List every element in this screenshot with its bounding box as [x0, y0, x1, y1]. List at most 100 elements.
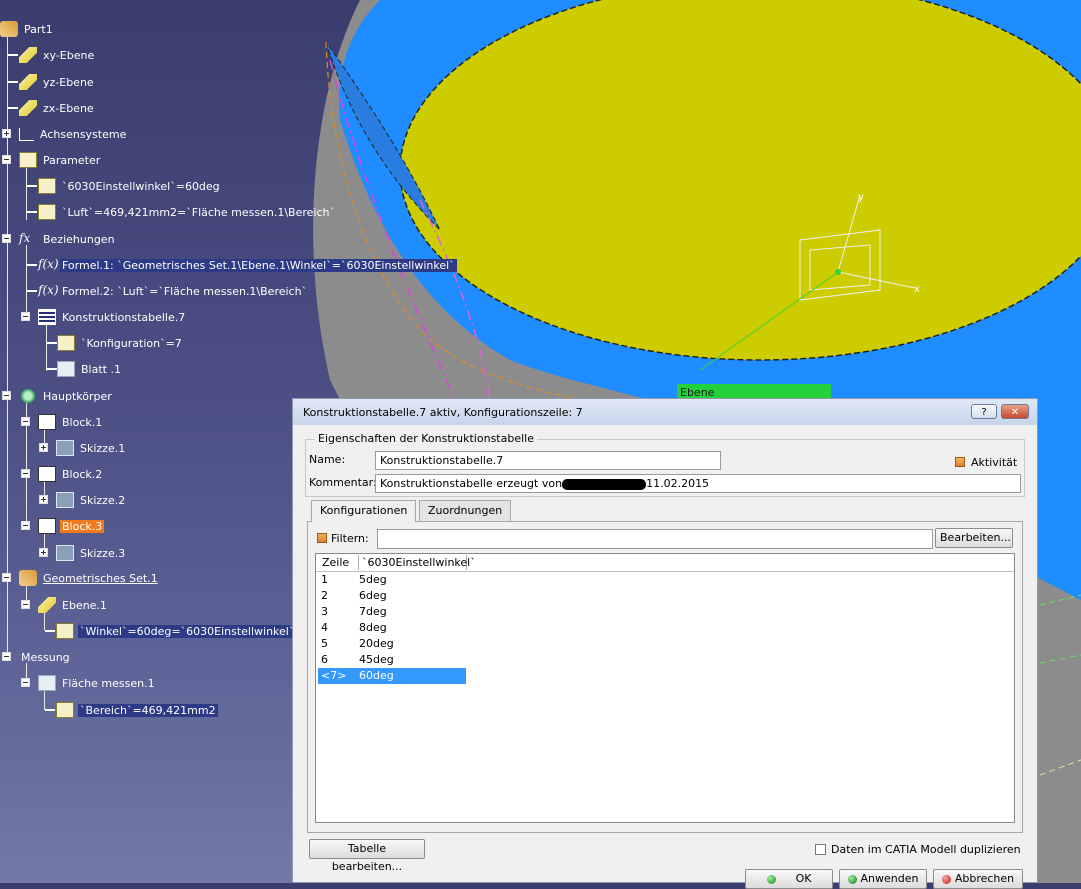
properties-group-label: Eigenschaften der Konstruktionstabelle — [315, 432, 537, 445]
tree-node-param-einstellwinkel[interactable]: `6030Einstellwinkel`=60deg — [38, 177, 222, 195]
help-button[interactable]: ? — [971, 404, 997, 419]
row-value: 6deg — [359, 589, 387, 602]
tree-node-label: `Konfiguration`=7 — [81, 336, 182, 350]
tree-node-relations[interactable]: fx Beziehungen — [19, 230, 117, 248]
sketch-icon — [56, 545, 74, 561]
ok-icon — [766, 874, 776, 884]
tree-node-label: Block.1 — [62, 415, 103, 429]
row-value: 8deg — [359, 621, 387, 634]
tree-node-zx-plane[interactable]: zx-Ebene — [19, 99, 96, 117]
table-row[interactable]: 2 6deg — [318, 588, 466, 604]
table-row[interactable]: 4 8deg — [318, 620, 466, 636]
table-row[interactable]: 1 5deg — [318, 572, 466, 588]
plane-icon — [19, 100, 37, 116]
table-row-selected[interactable]: <7> 60deg — [318, 668, 466, 684]
tree-node-label: Beziehungen — [43, 232, 115, 246]
cancel-label: Abbrechen — [954, 872, 1015, 885]
dialog-title-bar[interactable]: Konstruktionstabelle.7 aktiv, Konfigurat… — [293, 399, 1037, 425]
tree-node-label: `Winkel`=60deg=`6030Einstellwinkel` — [78, 624, 297, 638]
tree-node-configuration[interactable]: `Konfiguration`=7 — [57, 334, 184, 352]
tree-node-design-table[interactable]: Konstruktionstabelle.7 — [38, 308, 187, 326]
table-row[interactable]: 3 7deg — [318, 604, 466, 620]
tree-node-block-2[interactable]: Block.2 — [38, 465, 104, 483]
dialog-title: Konstruktionstabelle.7 aktiv, Konfigurat… — [303, 406, 583, 419]
tree-node-area-value[interactable]: `Bereich`=469,421mm2 — [56, 701, 218, 719]
parameter-icon — [56, 623, 74, 639]
cancel-icon — [941, 874, 951, 884]
activity-checkbox[interactable] — [955, 457, 965, 467]
tree-node-measure-area[interactable]: Fläche messen.1 — [38, 674, 157, 692]
tree-node-yz-plane[interactable]: yz-Ebene — [19, 73, 96, 91]
comment-date: 11.02.2015 — [646, 477, 710, 490]
tree-node-geometrical-set[interactable]: Geometrisches Set.1 — [19, 569, 160, 587]
tree-node-label: Konstruktionstabelle.7 — [62, 310, 186, 324]
tree-node-part1[interactable]: Part1 — [0, 20, 55, 38]
tree-node-label: Ebene.1 — [62, 598, 107, 612]
comment-input[interactable]: Konstruktionstabelle erzeugt von 11.02.20… — [375, 474, 1021, 493]
filter-checkbox[interactable] — [317, 533, 327, 543]
tree-node-label: Part1 — [24, 22, 53, 36]
filter-label: Filtern: — [331, 532, 369, 545]
sketch-icon — [56, 492, 74, 508]
tree-node-label: Messung — [21, 650, 70, 664]
tab-assignments[interactable]: Zuordnungen — [419, 500, 512, 521]
row-number: 5 — [321, 637, 328, 650]
column-header-einstellwinkel[interactable]: `6030Einstellwinkel` — [358, 555, 476, 570]
tree-node-axis-systems[interactable]: Achsensysteme — [19, 125, 128, 143]
row-value: 20deg — [359, 637, 394, 650]
edit-filter-button[interactable]: Bearbeiten... — [935, 528, 1013, 548]
tree-node-plane-1[interactable]: Ebene.1 — [38, 596, 109, 614]
tree-node-sketch-3[interactable]: Skizze.3 — [56, 544, 127, 562]
row-value: 60deg — [359, 669, 394, 682]
tree-node-xy-plane[interactable]: xy-Ebene — [19, 46, 96, 64]
tree-node-angle-param[interactable]: `Winkel`=60deg=`6030Einstellwinkel` — [56, 622, 297, 640]
tree-node-label: Hauptkörper — [43, 389, 112, 403]
row-value: 7deg — [359, 605, 387, 618]
tree-node-sketch-1[interactable]: Skizze.1 — [56, 439, 127, 457]
tree-node-label: Geometrisches Set.1 — [43, 571, 158, 585]
tree-node-label: Skizze.2 — [80, 493, 126, 507]
tree-node-sheet[interactable]: Blatt .1 — [57, 360, 123, 378]
configuration-table[interactable]: Zeile `6030Einstellwinkel` 1 5deg 2 6deg… — [315, 553, 1015, 823]
formula-icon: f(x) — [38, 257, 59, 271]
name-input[interactable]: Konstruktionstabelle.7 — [375, 451, 721, 470]
pad-icon — [38, 414, 56, 430]
parameter-set-icon — [19, 152, 37, 168]
edit-table-button[interactable]: Tabelle bearbeiten... — [309, 839, 425, 873]
close-button[interactable]: ✕ — [1001, 404, 1029, 419]
plane-icon — [19, 74, 37, 90]
axis-system-icon — [19, 127, 34, 141]
tree-node-measure[interactable]: Messung — [19, 648, 72, 666]
tree-node-block-1[interactable]: Block.1 — [38, 413, 104, 431]
tree-node-formula-2[interactable]: f(x) Formel.2: `Luft`=`Fläche messen.1\B… — [38, 282, 309, 300]
row-number: 6 — [321, 653, 328, 666]
row-number: 2 — [321, 589, 328, 602]
row-number: 1 — [321, 573, 328, 586]
duplicate-data-checkbox[interactable] — [815, 844, 826, 855]
tree-node-sketch-2[interactable]: Skizze.2 — [56, 491, 127, 509]
part-icon — [0, 21, 18, 37]
tree-node-label: xy-Ebene — [43, 48, 95, 62]
column-header-row-number[interactable]: Zeile — [318, 555, 359, 570]
table-row[interactable]: 6 45deg — [318, 652, 466, 668]
tree-node-parameters[interactable]: Parameter — [19, 151, 102, 169]
tree-node-label: Achsensysteme — [40, 127, 127, 141]
ok-button[interactable]: OK — [745, 869, 833, 889]
tree-node-formula-1[interactable]: f(x) Formel.1: `Geometrisches Set.1\Eben… — [38, 256, 457, 274]
design-table-dialog: Konstruktionstabelle.7 aktiv, Konfigurat… — [292, 398, 1038, 889]
tree-node-label: `Bereich`=469,421mm2 — [78, 703, 218, 717]
tree-node-param-luft[interactable]: `Luft`=469,421mm2=`Fläche messen.1\Berei… — [38, 203, 337, 221]
apply-button[interactable]: Anwenden — [839, 869, 927, 889]
tree-node-block-3[interactable]: Block.3 — [38, 517, 105, 535]
body-icon — [19, 388, 37, 404]
table-row[interactable]: 5 20deg — [318, 636, 466, 652]
tree-node-main-body[interactable]: Hauptkörper — [19, 387, 114, 405]
filter-input[interactable] — [377, 529, 933, 549]
sketch-icon — [56, 440, 74, 456]
axis-x-label: x — [914, 284, 920, 295]
cancel-button[interactable]: Abbrechen — [933, 869, 1023, 889]
formula-icon: f(x) — [38, 283, 59, 297]
parameter-icon — [56, 702, 74, 718]
parameter-icon — [38, 178, 56, 194]
tab-configurations[interactable]: Konfigurationen — [311, 500, 417, 522]
